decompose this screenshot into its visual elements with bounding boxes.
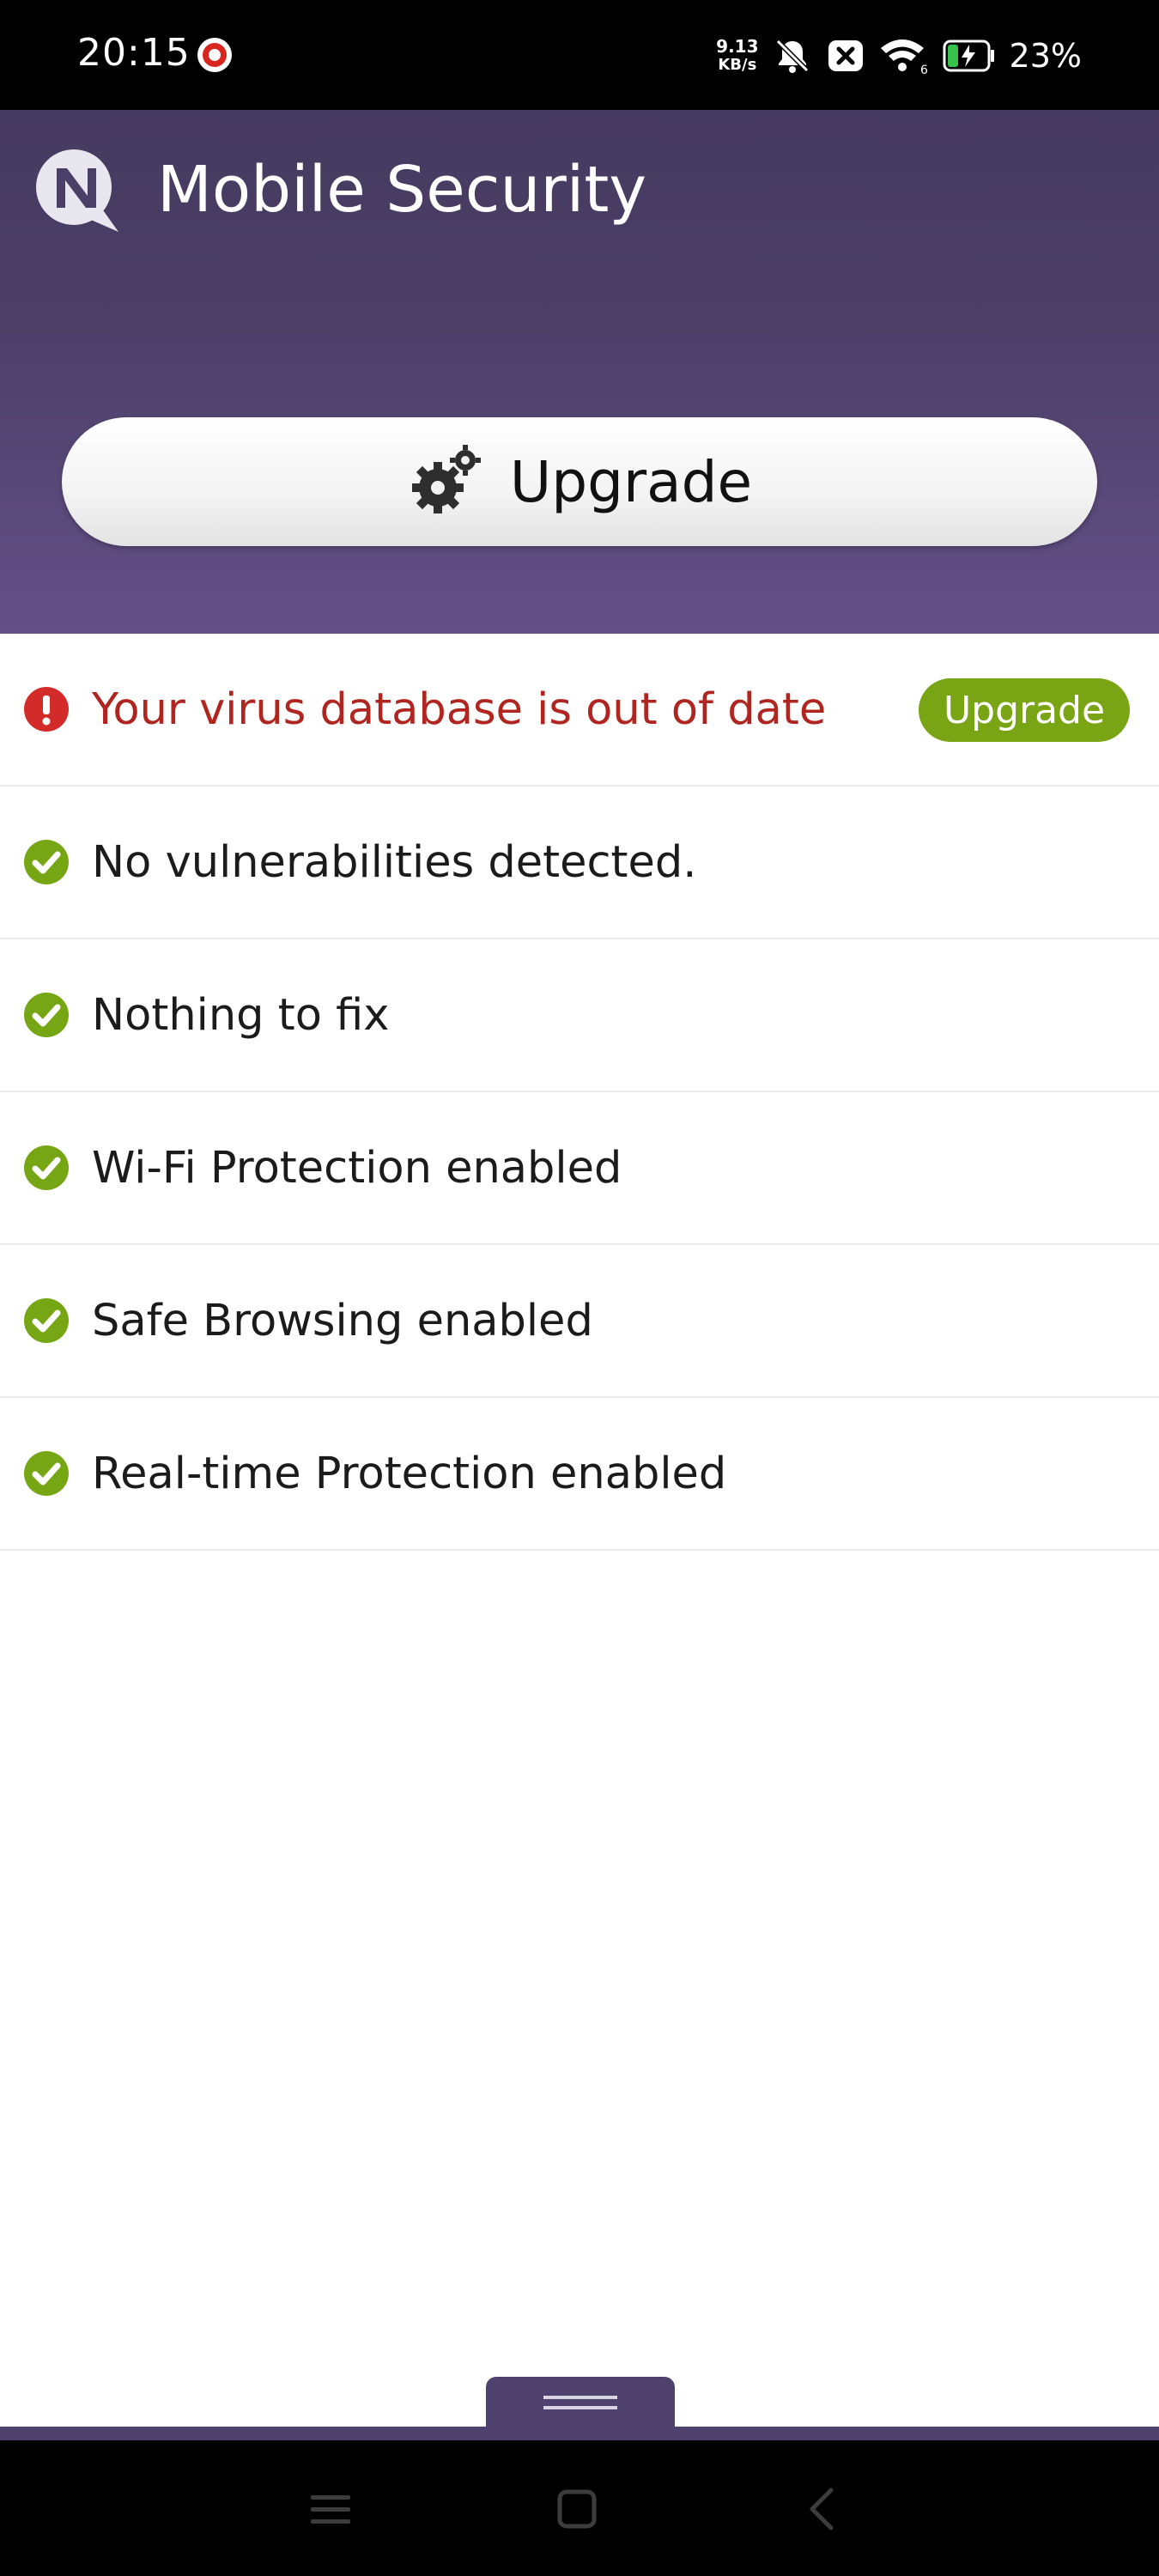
system-nav-bar [0, 2440, 1159, 2576]
check-circle-icon [24, 993, 69, 1037]
list-item-label: Safe Browsing enabled [92, 1295, 593, 1346]
bell-muted-icon [773, 36, 812, 76]
notification-app-icon [197, 38, 232, 72]
list-item-label: Wi-Fi Protection enabled [92, 1142, 622, 1194]
list-item-label: No vulnerabilities detected. [92, 836, 697, 888]
exclamation-icon [24, 687, 69, 732]
battery-charging-icon [943, 39, 996, 73]
wifi-icon: 6 [879, 36, 929, 76]
list-item-label: Your virus database is out of date [92, 683, 827, 735]
protection-status-list: Your virus database is out of date Upgra… [0, 634, 1159, 1551]
home-icon[interactable] [551, 2483, 603, 2535]
drawer-handle-button[interactable] [486, 2377, 675, 2428]
check-circle-icon [24, 1145, 69, 1190]
back-icon[interactable] [797, 2483, 848, 2535]
network-speed: 9.13 KB/s [716, 37, 758, 75]
check-circle-icon [24, 840, 69, 884]
x-notification-icon [826, 36, 865, 76]
handle-line [543, 2396, 617, 2399]
app-title: Mobile Security [157, 153, 647, 227]
list-item-wifi-protection[interactable]: Wi-Fi Protection enabled [0, 1092, 1159, 1245]
app-logo-icon [34, 148, 120, 234]
list-item-realtime-protection[interactable]: Real-time Protection enabled [0, 1398, 1159, 1551]
list-item-vulnerabilities[interactable]: No vulnerabilities detected. [0, 787, 1159, 939]
menu-icon[interactable] [306, 2483, 357, 2535]
check-circle-icon [24, 1451, 69, 1496]
list-item-label: Real-time Protection enabled [92, 1448, 727, 1499]
list-item-nothing-to-fix[interactable]: Nothing to fix [0, 939, 1159, 1092]
status-time: 20:15 [77, 31, 191, 75]
gears-icon [407, 443, 484, 520]
app-header: Mobile Security Upgrade [0, 110, 1159, 634]
list-item-label: Nothing to fix [92, 989, 390, 1041]
svg-text:6: 6 [920, 64, 928, 76]
battery-percent: 23% [1009, 37, 1082, 75]
list-item-safe-browsing[interactable]: Safe Browsing enabled [0, 1245, 1159, 1398]
virus-database-upgrade-button[interactable]: Upgrade [919, 678, 1130, 742]
upgrade-button-label: Upgrade [509, 448, 753, 515]
list-item-virus-database[interactable]: Your virus database is out of date Upgra… [0, 634, 1159, 787]
status-icons: 9.13 KB/s 6 23% [716, 26, 1082, 86]
check-circle-icon [24, 1298, 69, 1343]
network-speed-unit: KB/s [718, 56, 757, 74]
network-speed-value: 9.13 [716, 36, 759, 57]
bottom-strip [0, 2427, 1159, 2440]
status-bar: 20:15 9.13 KB/s 6 23% [0, 0, 1159, 110]
upgrade-button[interactable]: Upgrade [62, 417, 1097, 546]
handle-line [543, 2406, 617, 2409]
